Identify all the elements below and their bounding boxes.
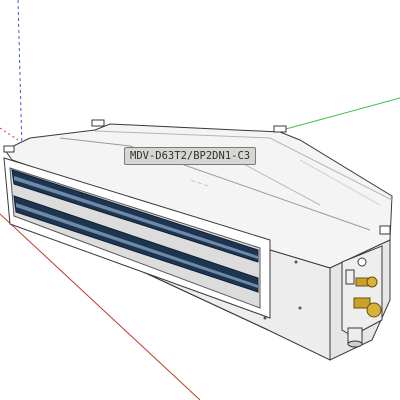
electrical-port (357, 257, 367, 267)
front-screw (263, 316, 267, 320)
model-scene: ~ ~ ~ (0, 0, 400, 400)
sketchup-viewport[interactable]: ~ ~ ~ MDV-D63T2/BP2DN1-C3 (0, 0, 400, 400)
mounting-bracket (379, 225, 391, 235)
red-axis-dotted (0, 127, 19, 141)
front-screw (294, 260, 298, 264)
mounting-bracket (3, 145, 15, 153)
terminal-block (345, 269, 355, 285)
drain-pipe-end (347, 340, 363, 348)
mounting-bracket (273, 125, 287, 133)
pipe-nut-upper (366, 276, 378, 288)
pipe-nut-lower (366, 302, 382, 318)
blue-axis (17, 0, 23, 151)
model-label-tag[interactable]: MDV-D63T2/BP2DN1-C3 (124, 147, 257, 165)
front-screw (298, 306, 302, 310)
mounting-bracket (91, 119, 105, 127)
